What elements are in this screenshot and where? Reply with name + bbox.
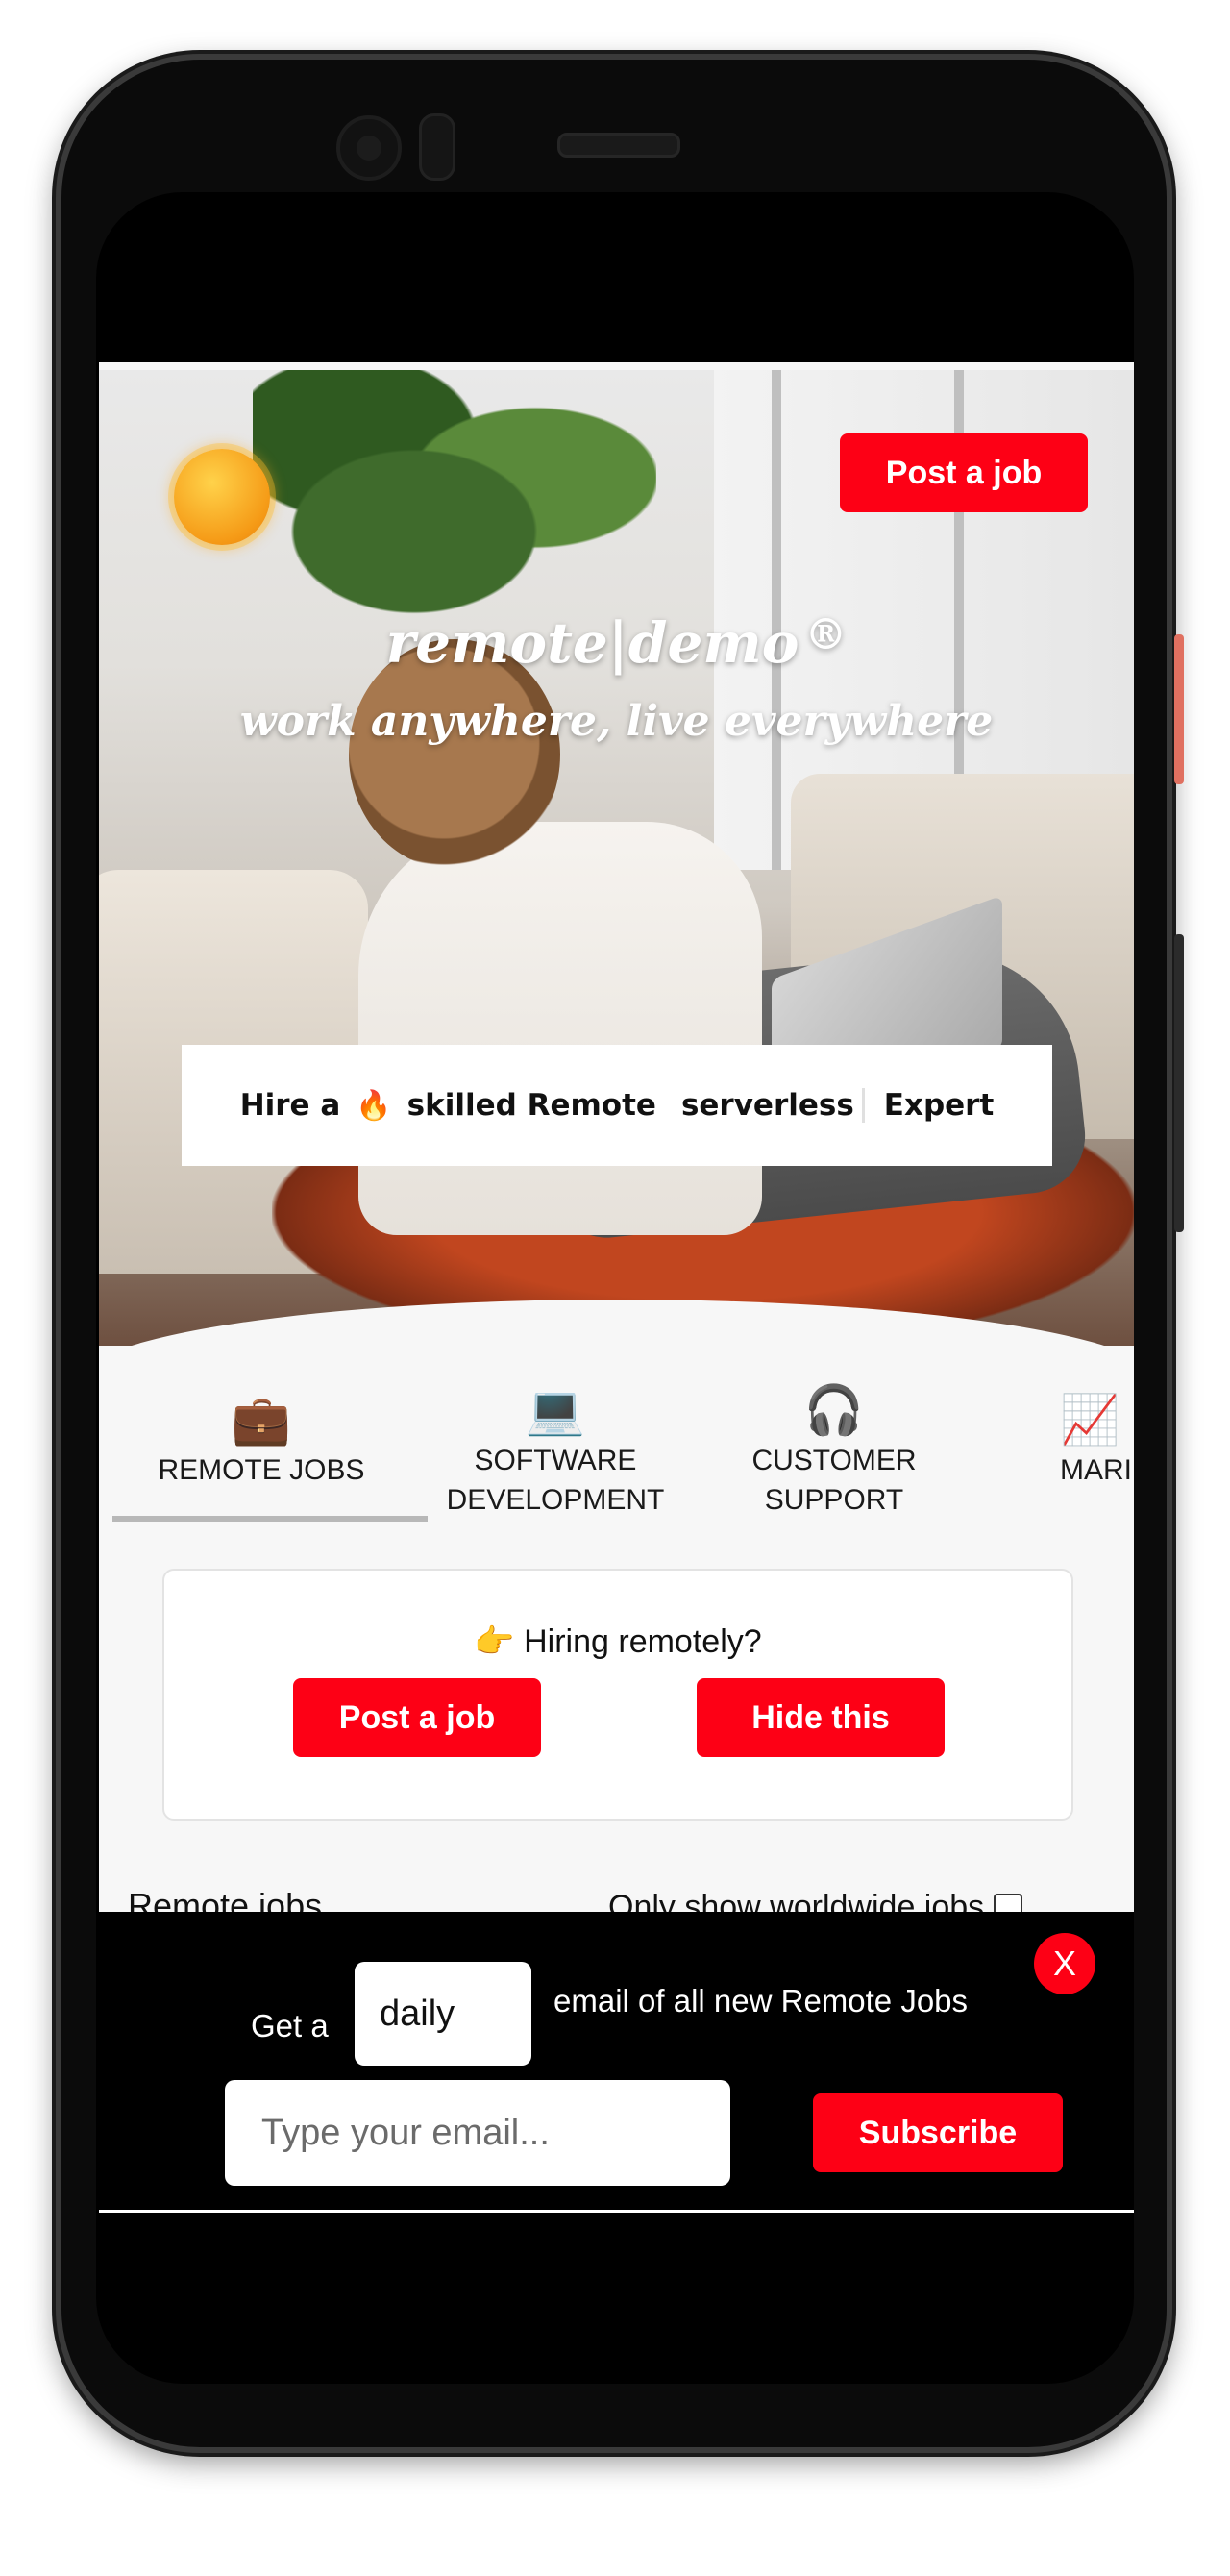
- tab-label-line1: CUSTOMER: [751, 1445, 917, 1476]
- tab-label-line2: DEVELOPMENT: [446, 1484, 665, 1516]
- hero-photo-person: [358, 822, 762, 1235]
- laptop-icon: 💻: [525, 1383, 586, 1437]
- fire-icon: 🔥: [356, 1088, 392, 1123]
- hire-prefix: Hire a: [239, 1088, 341, 1123]
- chart-icon: 📈: [1060, 1393, 1120, 1447]
- typing-caret: [861, 1088, 865, 1123]
- tab-customer-support[interactable]: 🎧 CUSTOMER SUPPORT: [714, 1381, 954, 1520]
- hire-expert-banner: Hire a 🔥 skilled Remote serverless Exper…: [182, 1045, 1052, 1166]
- hiring-card-title: 👉 Hiring remotely?: [474, 1623, 762, 1660]
- active-tab-indicator: [112, 1516, 428, 1522]
- tab-remote-jobs[interactable]: 💼 REMOTE JOBS: [111, 1391, 412, 1490]
- tab-software-development[interactable]: 💻 SOFTWARE DEVELOPMENT: [430, 1381, 680, 1520]
- logo-separator: |: [607, 610, 628, 676]
- tab-label-line1: SOFTWARE: [474, 1445, 637, 1476]
- email-subscribe-bar: Get a daily email of all new Remote Jobs…: [99, 1912, 1134, 2213]
- frequency-select[interactable]: daily: [355, 1962, 531, 2066]
- front-camera: [336, 115, 402, 181]
- registered-mark: ®: [804, 610, 848, 659]
- hero-photo-plant: [253, 370, 656, 639]
- tab-label: MARI: [1060, 1454, 1132, 1486]
- logo-right: demo: [627, 610, 800, 676]
- earpiece-speaker: [557, 133, 680, 158]
- hide-card-button[interactable]: Hide this: [697, 1678, 945, 1757]
- phone-side-button: [1174, 634, 1184, 784]
- email-input[interactable]: [225, 2080, 730, 2186]
- phone-volume-button: [1174, 934, 1184, 1232]
- get-a-label: Get a: [251, 2008, 329, 2043]
- tab-label: REMOTE JOBS: [158, 1454, 365, 1486]
- briefcase-icon: 💼: [231, 1393, 292, 1447]
- subscribe-button[interactable]: Subscribe: [813, 2093, 1063, 2172]
- category-tabs: 💼 REMOTE JOBS 💻 SOFTWARE DEVELOPMENT 🎧 C…: [99, 1381, 1134, 1535]
- tab-label-line2: SUPPORT: [764, 1484, 904, 1516]
- hiring-remotely-card: 👉 Hiring remotely? Post a job Hide this: [162, 1569, 1073, 1821]
- hire-suffix: Expert: [883, 1088, 995, 1123]
- site-logo[interactable]: remote|demo ®: [99, 610, 1134, 676]
- email-of-label: email of all new Remote Jobs: [554, 1983, 969, 2019]
- site-tagline: work anywhere, live everywhere: [239, 697, 994, 746]
- close-bar-button[interactable]: X: [1034, 1933, 1095, 1994]
- sun-icon[interactable]: [174, 449, 270, 545]
- hire-rotating-word: serverless: [680, 1088, 854, 1123]
- tab-marketing[interactable]: 📈 MARI: [1060, 1391, 1134, 1490]
- headphones-icon: 🎧: [803, 1383, 865, 1437]
- hire-middle: skilled Remote: [406, 1088, 656, 1123]
- browser-viewport: Post a job remote|demo ® work anywhere, l…: [99, 362, 1134, 2213]
- logo-left: remote: [385, 610, 608, 676]
- proximity-sensor: [419, 113, 455, 181]
- card-post-job-button[interactable]: Post a job: [293, 1678, 541, 1757]
- hero-banner: Post a job remote|demo ® work anywhere, l…: [99, 370, 1134, 1346]
- post-job-button[interactable]: Post a job: [840, 433, 1088, 512]
